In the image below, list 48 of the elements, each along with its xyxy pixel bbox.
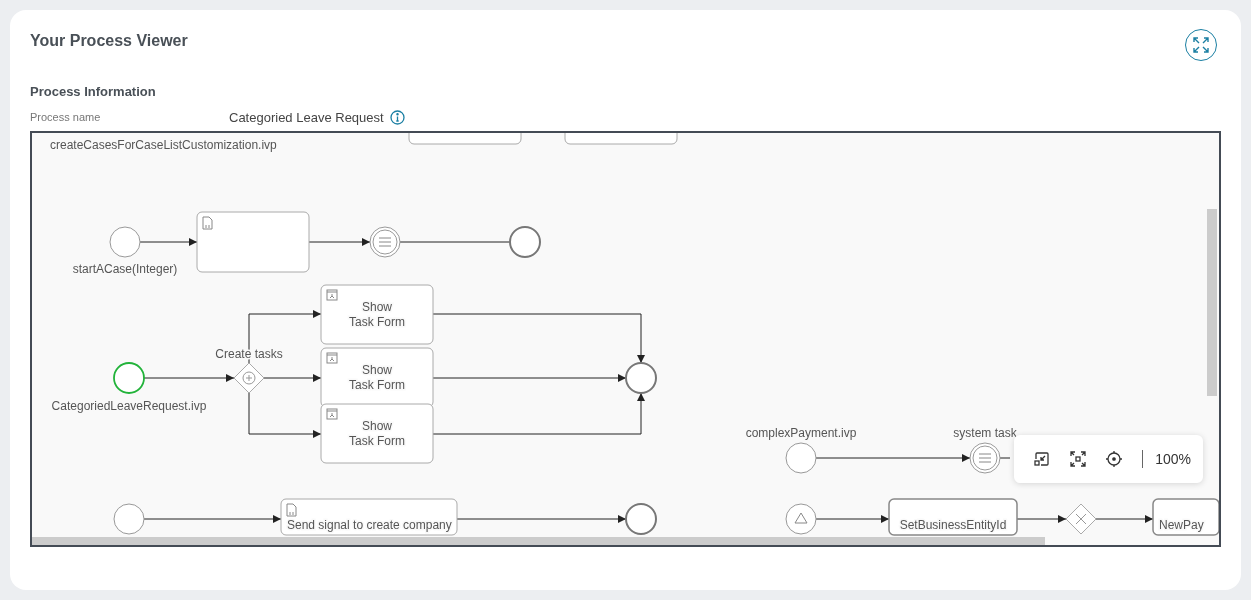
connector-line xyxy=(999,457,1011,459)
info-icon[interactable] xyxy=(389,109,405,125)
node-label: Send signal to create company xyxy=(287,518,452,532)
user-task[interactable] xyxy=(320,347,434,408)
user-task[interactable] xyxy=(320,284,434,345)
node-label: startACase(Integer) xyxy=(72,262,178,276)
start-event[interactable] xyxy=(113,362,145,394)
gateway[interactable] xyxy=(1065,503,1097,535)
section-heading: Process Information xyxy=(30,84,157,99)
user-task[interactable] xyxy=(320,403,434,464)
process-name: Categoried Leave Request xyxy=(229,109,384,125)
connector-arrow xyxy=(308,238,371,246)
panel-title: Your Process Viewer xyxy=(30,32,188,50)
node-label: NewPay xyxy=(1159,518,1204,532)
start-event[interactable] xyxy=(113,503,145,535)
start-event[interactable] xyxy=(109,226,141,258)
end-event[interactable] xyxy=(625,362,657,394)
connector-arrow xyxy=(1095,515,1154,523)
end-event[interactable] xyxy=(509,226,541,258)
crosshair-icon xyxy=(1106,451,1123,467)
shrink-icon xyxy=(1034,451,1051,467)
expand-button[interactable] xyxy=(1185,29,1217,61)
node-label: SetBusinessEntityId xyxy=(899,518,1007,532)
task-label: Show Task Form xyxy=(349,419,405,448)
connector-arrow xyxy=(1016,515,1067,523)
start-event[interactable] xyxy=(785,442,817,474)
horizontal-scrollbar[interactable] xyxy=(32,537,1045,545)
task[interactable] xyxy=(1152,498,1219,536)
intermediate-event[interactable] xyxy=(369,226,401,258)
script-task[interactable] xyxy=(280,498,458,536)
intermediate-event[interactable] xyxy=(969,442,1001,474)
gateway[interactable] xyxy=(233,362,265,394)
node-label: CategoriedLeaveRequest.ivp xyxy=(51,399,207,413)
task[interactable] xyxy=(888,498,1018,536)
connector-arrow xyxy=(139,238,198,246)
field-label: Process name xyxy=(30,111,102,123)
node-label: system task xyxy=(953,426,1017,440)
zoom-level: 100% xyxy=(1155,451,1191,467)
signal-start-event[interactable] xyxy=(785,503,817,535)
node-label: complexPayment.ivp xyxy=(745,426,857,440)
vertical-scrollbar[interactable] xyxy=(1207,209,1217,396)
end-event[interactable] xyxy=(625,503,657,535)
task-label: Show Task Form xyxy=(349,300,405,329)
expand-icon xyxy=(1193,37,1209,53)
connector-arrow xyxy=(263,374,322,382)
task-label: Show Task Form xyxy=(349,363,405,392)
file-name-label: createCasesForCaseListCustomization.ivp xyxy=(50,138,277,152)
fit-screen-icon xyxy=(1070,451,1087,467)
